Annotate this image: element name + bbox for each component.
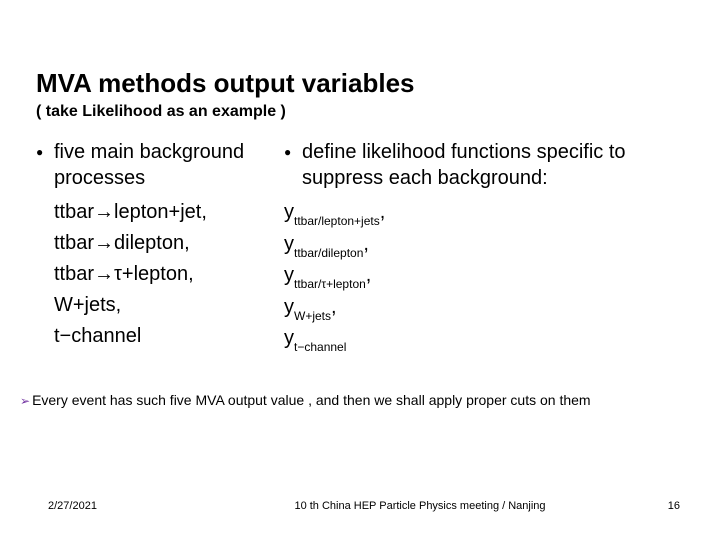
y-tail: ,: [331, 296, 337, 318]
note-prefix: Every: [32, 392, 68, 408]
left-intro-row: ● five main background processes: [36, 139, 276, 191]
footer-center: 10 th China HEP Particle Physics meeting…: [200, 500, 640, 512]
bullet-icon: ●: [36, 139, 54, 165]
y-subscript: t−channel: [294, 340, 346, 354]
content-columns: ● five main background processes ttbar→l…: [36, 139, 684, 355]
y-tail: ,: [366, 264, 372, 286]
list-item: W+jets,: [36, 290, 276, 321]
y-subscript: W+jets: [294, 309, 331, 323]
footnote: ➢Every event has such five MVA output va…: [20, 392, 591, 408]
left-column: ● five main background processes ttbar→l…: [36, 139, 276, 355]
list-item: ttbar→dilepton,: [36, 228, 276, 259]
y-variable: yt−channel: [284, 323, 684, 355]
left-intro-text: five main background processes: [54, 139, 276, 191]
list-item: t−channel: [36, 321, 276, 352]
list-item: ttbar→τ+lepton,: [36, 259, 276, 290]
y-tail: ,: [380, 201, 386, 223]
right-intro-row: ● define likelihood functions specific t…: [284, 139, 684, 191]
triangle-icon: ➢: [20, 394, 30, 408]
right-column: ● define likelihood functions specific t…: [284, 139, 684, 355]
y-variable: yttbar/lepton+jets,: [284, 197, 684, 229]
list-item: ttbar→lepton+jet,: [36, 197, 276, 228]
y-subscript: ttbar/τ+lepton: [294, 277, 366, 291]
slide-title: MVA methods output variables: [36, 68, 684, 99]
y-variable: yttbar/τ+lepton,: [284, 260, 684, 292]
bullet-icon: ●: [284, 139, 302, 165]
slide-subtitle: ( take Likelihood as an example ): [36, 103, 684, 121]
slide-footer: 2/27/2021 10 th China HEP Particle Physi…: [0, 500, 720, 512]
y-tail: ,: [363, 233, 369, 255]
y-subscript: ttbar/lepton+jets: [294, 214, 380, 228]
slide: MVA methods output variables ( take Like…: [0, 0, 720, 540]
right-intro-text: define likelihood functions specific to …: [302, 139, 684, 191]
y-subscript: ttbar/dilepton: [294, 246, 363, 260]
note-rest: event has such five MVA output value , a…: [68, 392, 591, 408]
y-variable: yW+jets,: [284, 292, 684, 324]
footer-page-number: 16: [640, 500, 720, 512]
footer-date: 2/27/2021: [0, 500, 200, 512]
y-variable: yttbar/dilepton,: [284, 229, 684, 261]
